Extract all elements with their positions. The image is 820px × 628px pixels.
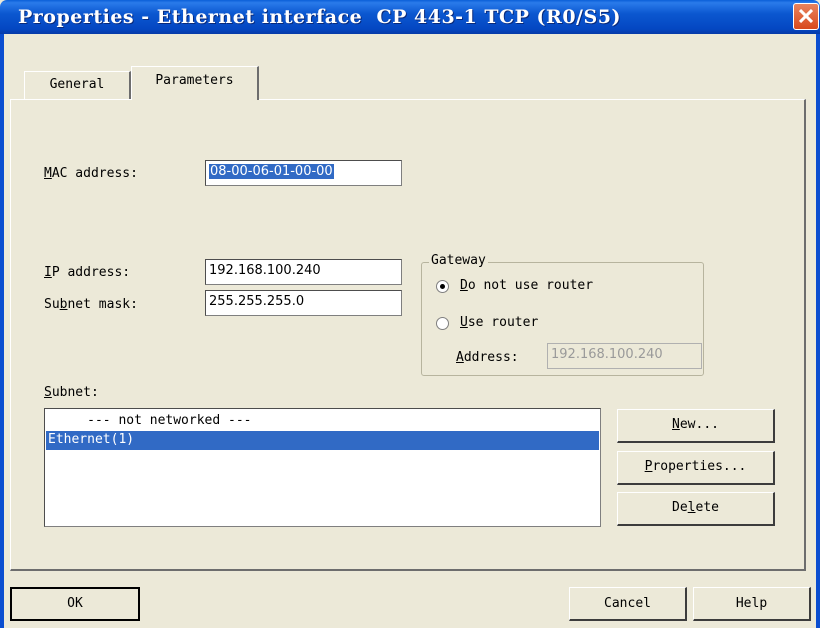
- mac-address-value: 08-00-06-01-00-00: [209, 164, 334, 179]
- ip-address-label: IP address:: [44, 265, 131, 280]
- do-not-use-router-radio[interactable]: [436, 280, 449, 293]
- window-title: Properties - Ethernet interface CP 443-1…: [18, 6, 621, 28]
- tab-parameters-label: Parameters: [155, 73, 234, 88]
- close-button[interactable]: [793, 3, 819, 30]
- close-icon: [799, 9, 813, 23]
- subnet-listbox[interactable]: --- not networked --- Ethernet(1): [44, 408, 601, 527]
- use-router-label[interactable]: Use router: [460, 315, 538, 330]
- subnet-properties-button[interactable]: Properties...: [617, 451, 775, 485]
- router-address-field: 192.168.100.240: [547, 343, 702, 369]
- subnet-mask-field[interactable]: 255.255.255.0: [205, 290, 402, 316]
- tab-general-label: General: [49, 77, 105, 92]
- delete-subnet-button[interactable]: Delete: [617, 492, 775, 526]
- tab-parameters[interactable]: Parameters: [131, 66, 259, 100]
- list-item-ethernet[interactable]: Ethernet(1): [46, 431, 599, 450]
- window-border-right: [816, 34, 820, 628]
- subnet-mask-label: Subnet mask:: [44, 297, 138, 312]
- list-item-not-networked[interactable]: --- not networked ---: [46, 412, 599, 431]
- cancel-button[interactable]: Cancel: [569, 587, 687, 621]
- do-not-use-router-label[interactable]: Do not use router: [460, 278, 593, 293]
- help-button[interactable]: Help: [693, 587, 811, 621]
- use-router-radio[interactable]: [436, 317, 449, 330]
- new-subnet-button[interactable]: New...: [617, 409, 775, 443]
- mac-address-label: MAC address:: [44, 166, 138, 181]
- tab-general[interactable]: General: [24, 71, 131, 99]
- subnet-label: Subnet:: [44, 385, 99, 400]
- mac-address-field[interactable]: 08-00-06-01-00-00: [205, 160, 402, 186]
- ok-button[interactable]: OK: [10, 587, 140, 621]
- gateway-group-title: Gateway: [429, 253, 488, 268]
- radio-selected-dot: [440, 284, 445, 289]
- router-address-label: Address:: [456, 350, 519, 365]
- ip-address-field[interactable]: 192.168.100.240: [205, 259, 402, 285]
- window-border-left: [0, 34, 4, 628]
